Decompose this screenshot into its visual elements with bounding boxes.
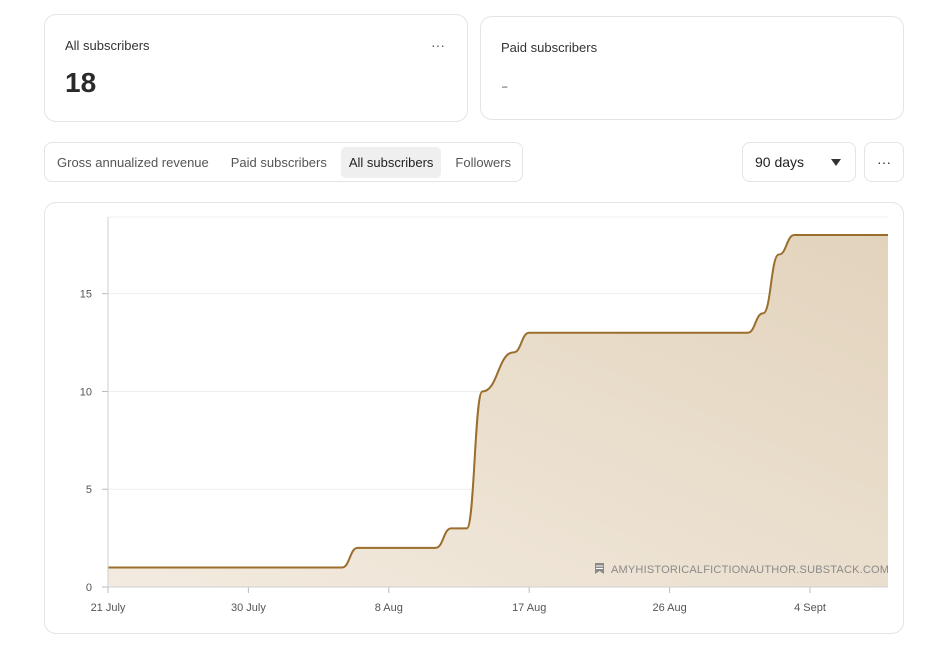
tab-all-subscribers[interactable]: All subscribers	[340, 146, 442, 178]
tab-followers[interactable]: Followers	[447, 147, 519, 178]
date-range-value: 90 days	[755, 154, 805, 170]
more-options-button[interactable]: ···	[864, 142, 904, 182]
all-subscribers-card: All subscribers ··· 18	[44, 14, 468, 122]
x-tick-label: 8 Aug	[375, 602, 403, 614]
paid-subscribers-count: -	[501, 73, 509, 98]
x-tick-label: 17 Aug	[512, 602, 546, 614]
paid-subscribers-title: Paid subscribers	[501, 40, 598, 55]
y-tick-label: 15	[80, 289, 92, 301]
subscribers-chart: 0 5 10 15 21 July 30 July 8 Aug 17 Aug 26 Aug 4 …	[44, 202, 904, 634]
chart-canvas: 0 5 10 15 21 July 30 July 8 Aug 17 Aug 26 Aug 4 …	[80, 216, 889, 614]
x-tick-label: 21 July	[91, 602, 126, 614]
x-tick-label: 30 July	[231, 602, 266, 614]
y-tick-label: 10	[80, 386, 92, 398]
tab-paid-subscribers[interactable]: Paid subscribers	[223, 147, 335, 178]
date-range-select[interactable]: 90 days	[742, 142, 856, 182]
metric-tabs: Gross annualized revenue Paid subscriber…	[44, 142, 523, 182]
x-tick-label: 26 Aug	[652, 602, 686, 614]
caret-down-icon	[831, 158, 841, 166]
all-subscribers-count: 18	[65, 67, 97, 98]
tab-gross-annualized-revenue[interactable]: Gross annualized revenue	[49, 147, 217, 178]
y-tick-label: 0	[86, 582, 92, 594]
paid-subscribers-card: Paid subscribers -	[480, 16, 904, 120]
card-menu-button[interactable]: ···	[431, 37, 445, 53]
all-subscribers-title: All subscribers	[65, 38, 150, 53]
watermark-text: AMYHISTORICALFICTIONAUTHOR.SUBSTACK.COM	[611, 564, 889, 576]
y-tick-label: 5	[86, 484, 92, 496]
x-tick-label: 4 Sept	[794, 602, 826, 614]
